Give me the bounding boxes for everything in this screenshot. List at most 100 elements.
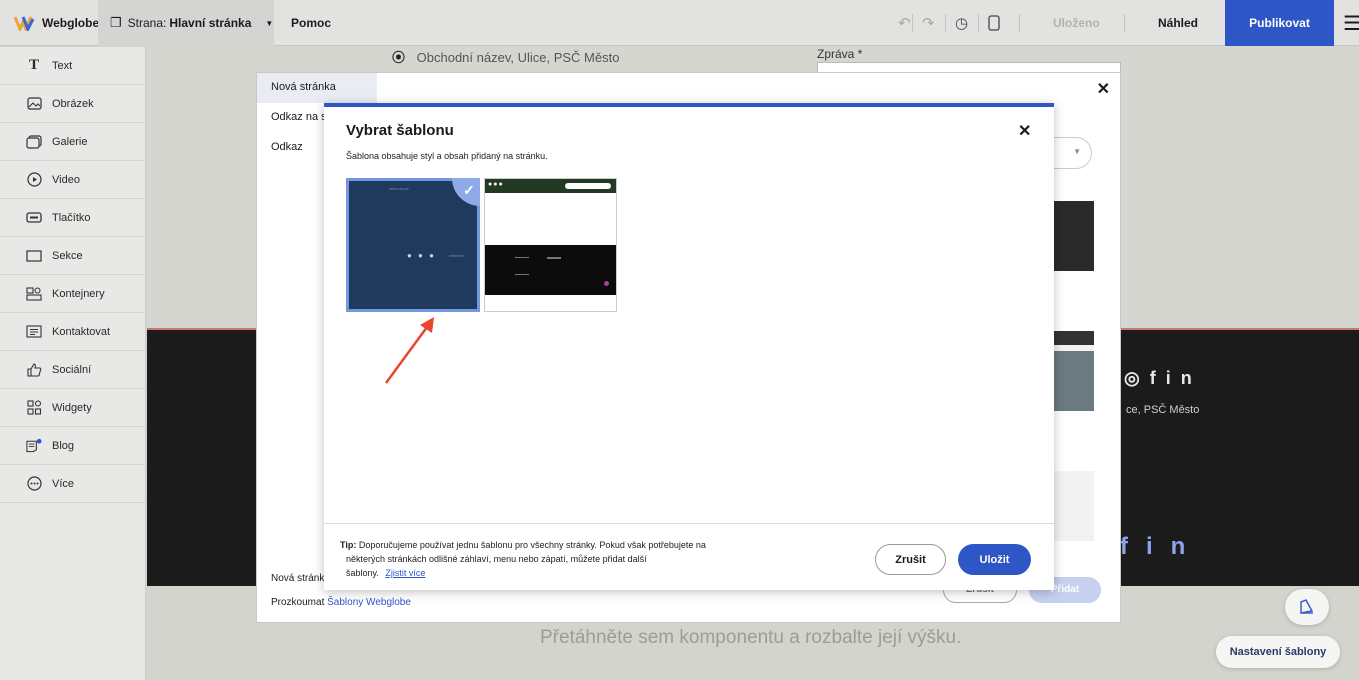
video-icon [26, 172, 42, 188]
dialog-footer: Tip: Doporučujeme používat jednu šablonu… [324, 523, 1054, 594]
sidebar-item-button[interactable]: Tlačítko [0, 199, 145, 237]
template-settings-button[interactable]: Nastavení šablony [1216, 636, 1340, 668]
sidebar-item-label: Kontejnery [52, 287, 105, 300]
save-button[interactable]: Uložit [958, 544, 1031, 575]
undo-icon[interactable]: ↶ [898, 0, 911, 46]
linkedin-icon[interactable]: in [1146, 533, 1203, 560]
footer-address: ce, PSČ Město [1126, 404, 1200, 416]
chevron-down-icon: ▼ [1073, 147, 1081, 156]
page-selector-prefix: Strana: [127, 16, 167, 30]
social-icons-row: ◎fin [1124, 368, 1202, 389]
message-field-label: Zpráva * [817, 47, 863, 61]
canvas-address: ⦿ Obchodní název, Ulice, PSČ Město [392, 47, 619, 66]
mobile-view-icon[interactable] [988, 0, 1000, 46]
sidebar-item-gallery[interactable]: Galerie [0, 123, 145, 161]
template-preview-menu: ━━━━━ ━━━ ━━ [389, 187, 409, 191]
sidebar-item-more[interactable]: Více [0, 465, 145, 503]
toolbar-divider [912, 14, 913, 32]
tip-line-3: šablony. [346, 568, 379, 578]
blog-icon [26, 438, 42, 454]
checkmark-icon: ✓ [452, 178, 480, 206]
facebook-icon[interactable]: f [1150, 368, 1166, 388]
explore-prefix: Prozkoumat [271, 597, 325, 608]
components-sidebar: T Text Obrázek Galerie Video Tlačítko Se… [0, 47, 146, 680]
sidebar-item-containers[interactable]: Kontejnery [0, 275, 145, 313]
sidebar-item-section[interactable]: Sekce [0, 237, 145, 275]
template-preview-image [1050, 351, 1094, 411]
more-icon [26, 476, 42, 492]
container-icon [26, 286, 42, 302]
tip-text: Tip: Doporučujeme používat jednu šablonu… [340, 538, 760, 580]
template-preview-text [547, 257, 561, 259]
template-preview-text [1050, 271, 1094, 331]
sidebar-item-label: Sekce [52, 249, 83, 262]
toolbar-divider [1124, 14, 1125, 32]
page-selector-value: Hlavní stránka [169, 16, 252, 30]
sidebar-item-label: Obrázek [52, 97, 94, 110]
sidebar-item-image[interactable]: Obrázek [0, 85, 145, 123]
sidebar-item-label: Galerie [52, 135, 88, 148]
tip-line-2: některých stránkách odlišné záhlaví, men… [346, 554, 647, 564]
sidebar-item-label: Více [52, 477, 75, 490]
pages-icon: ❐ [110, 15, 122, 30]
template-preview-dot [604, 281, 609, 286]
top-toolbar: Webglobe ❐ Strana: Hlavní stránka ▼ Pomo… [0, 0, 1359, 46]
facebook-icon[interactable]: f [1120, 533, 1146, 560]
template-option-dark-green[interactable]: ●●● [484, 178, 617, 312]
sidebar-item-label: Sociální [52, 363, 92, 376]
redo-icon[interactable]: ↷ [922, 0, 935, 46]
help-menu[interactable]: Pomoc [291, 0, 331, 46]
location-pin-icon: ⦿ [392, 50, 406, 65]
sidebar-item-video[interactable]: Video [0, 161, 145, 199]
template-preview-text [515, 257, 529, 275]
template-style-button[interactable] [1285, 589, 1329, 625]
template-option-dark-blue[interactable]: ✓ ━━━━━ ━━━ ━━ ● ● ● ━━━━━━━━ [346, 178, 480, 312]
learn-more-link[interactable]: Zjistit více [385, 568, 425, 578]
image-icon [26, 96, 42, 112]
message-field[interactable] [817, 62, 1121, 72]
template-preview-image [1050, 201, 1094, 271]
template-preview-dots: ● ● ● [407, 251, 436, 260]
like-icon [26, 362, 42, 378]
section-icon [26, 248, 42, 264]
gallery-icon [26, 134, 42, 150]
dialog-title: Vybrat šablonu [346, 122, 454, 139]
drop-hint: Přetáhněte sem komponentu a rozbalte jej… [540, 627, 962, 648]
widgets-icon [26, 400, 42, 416]
page-selector[interactable]: ❐ Strana: Hlavní stránka ▼ [98, 0, 274, 46]
logo-text: Webglobe [42, 16, 100, 30]
annotation-arrow [384, 317, 434, 384]
page-template-previews[interactable] [1050, 201, 1094, 541]
explore-templates-link[interactable]: Šablony Webglobe [327, 597, 411, 608]
template-preview-dots: ●●● [488, 181, 504, 188]
sidebar-item-social[interactable]: Sociální [0, 351, 145, 389]
address-text: Obchodní název, Ulice, PSČ Město [416, 50, 620, 65]
sidebar-item-label: Blog [52, 439, 75, 452]
saved-status: Uloženo [1053, 16, 1100, 30]
button-icon [26, 210, 42, 226]
toolbar-divider [945, 14, 946, 32]
webglobe-logo[interactable]: Webglobe [14, 0, 99, 46]
tip-line-1: Doporučujeme používat jednu šablonu pro … [358, 540, 706, 550]
brush-icon [1300, 599, 1314, 614]
sidebar-item-text[interactable]: T Text [0, 47, 145, 85]
sidebar-item-blog[interactable]: Blog [0, 427, 145, 465]
instagram-icon[interactable]: ◎ [1124, 368, 1150, 388]
sidebar-item-widgets[interactable]: Widgety [0, 389, 145, 427]
linkedin-icon[interactable]: in [1166, 368, 1202, 388]
close-icon[interactable]: ✕ [1018, 121, 1031, 141]
preview-button[interactable]: Náhled [1158, 0, 1198, 46]
social-icons-large: fin [1120, 533, 1203, 561]
chevron-down-icon: ▼ [265, 18, 274, 28]
history-icon[interactable]: ◷ [955, 0, 968, 46]
cancel-button[interactable]: Zrušit [875, 544, 946, 575]
toolbar-divider [1019, 14, 1020, 32]
hamburger-menu-icon[interactable]: ☰ [1343, 0, 1359, 46]
sidebar-item-contact[interactable]: Kontaktovat [0, 313, 145, 351]
nav-new-page[interactable]: Nová stránka [257, 73, 377, 103]
new-page-footer-label: Nová stránka [271, 573, 330, 584]
close-icon[interactable]: ✕ [1097, 79, 1110, 99]
publish-button[interactable]: Publikovat [1225, 0, 1334, 46]
webglobe-logo-icon [14, 16, 35, 31]
template-preview-pill [565, 183, 611, 189]
